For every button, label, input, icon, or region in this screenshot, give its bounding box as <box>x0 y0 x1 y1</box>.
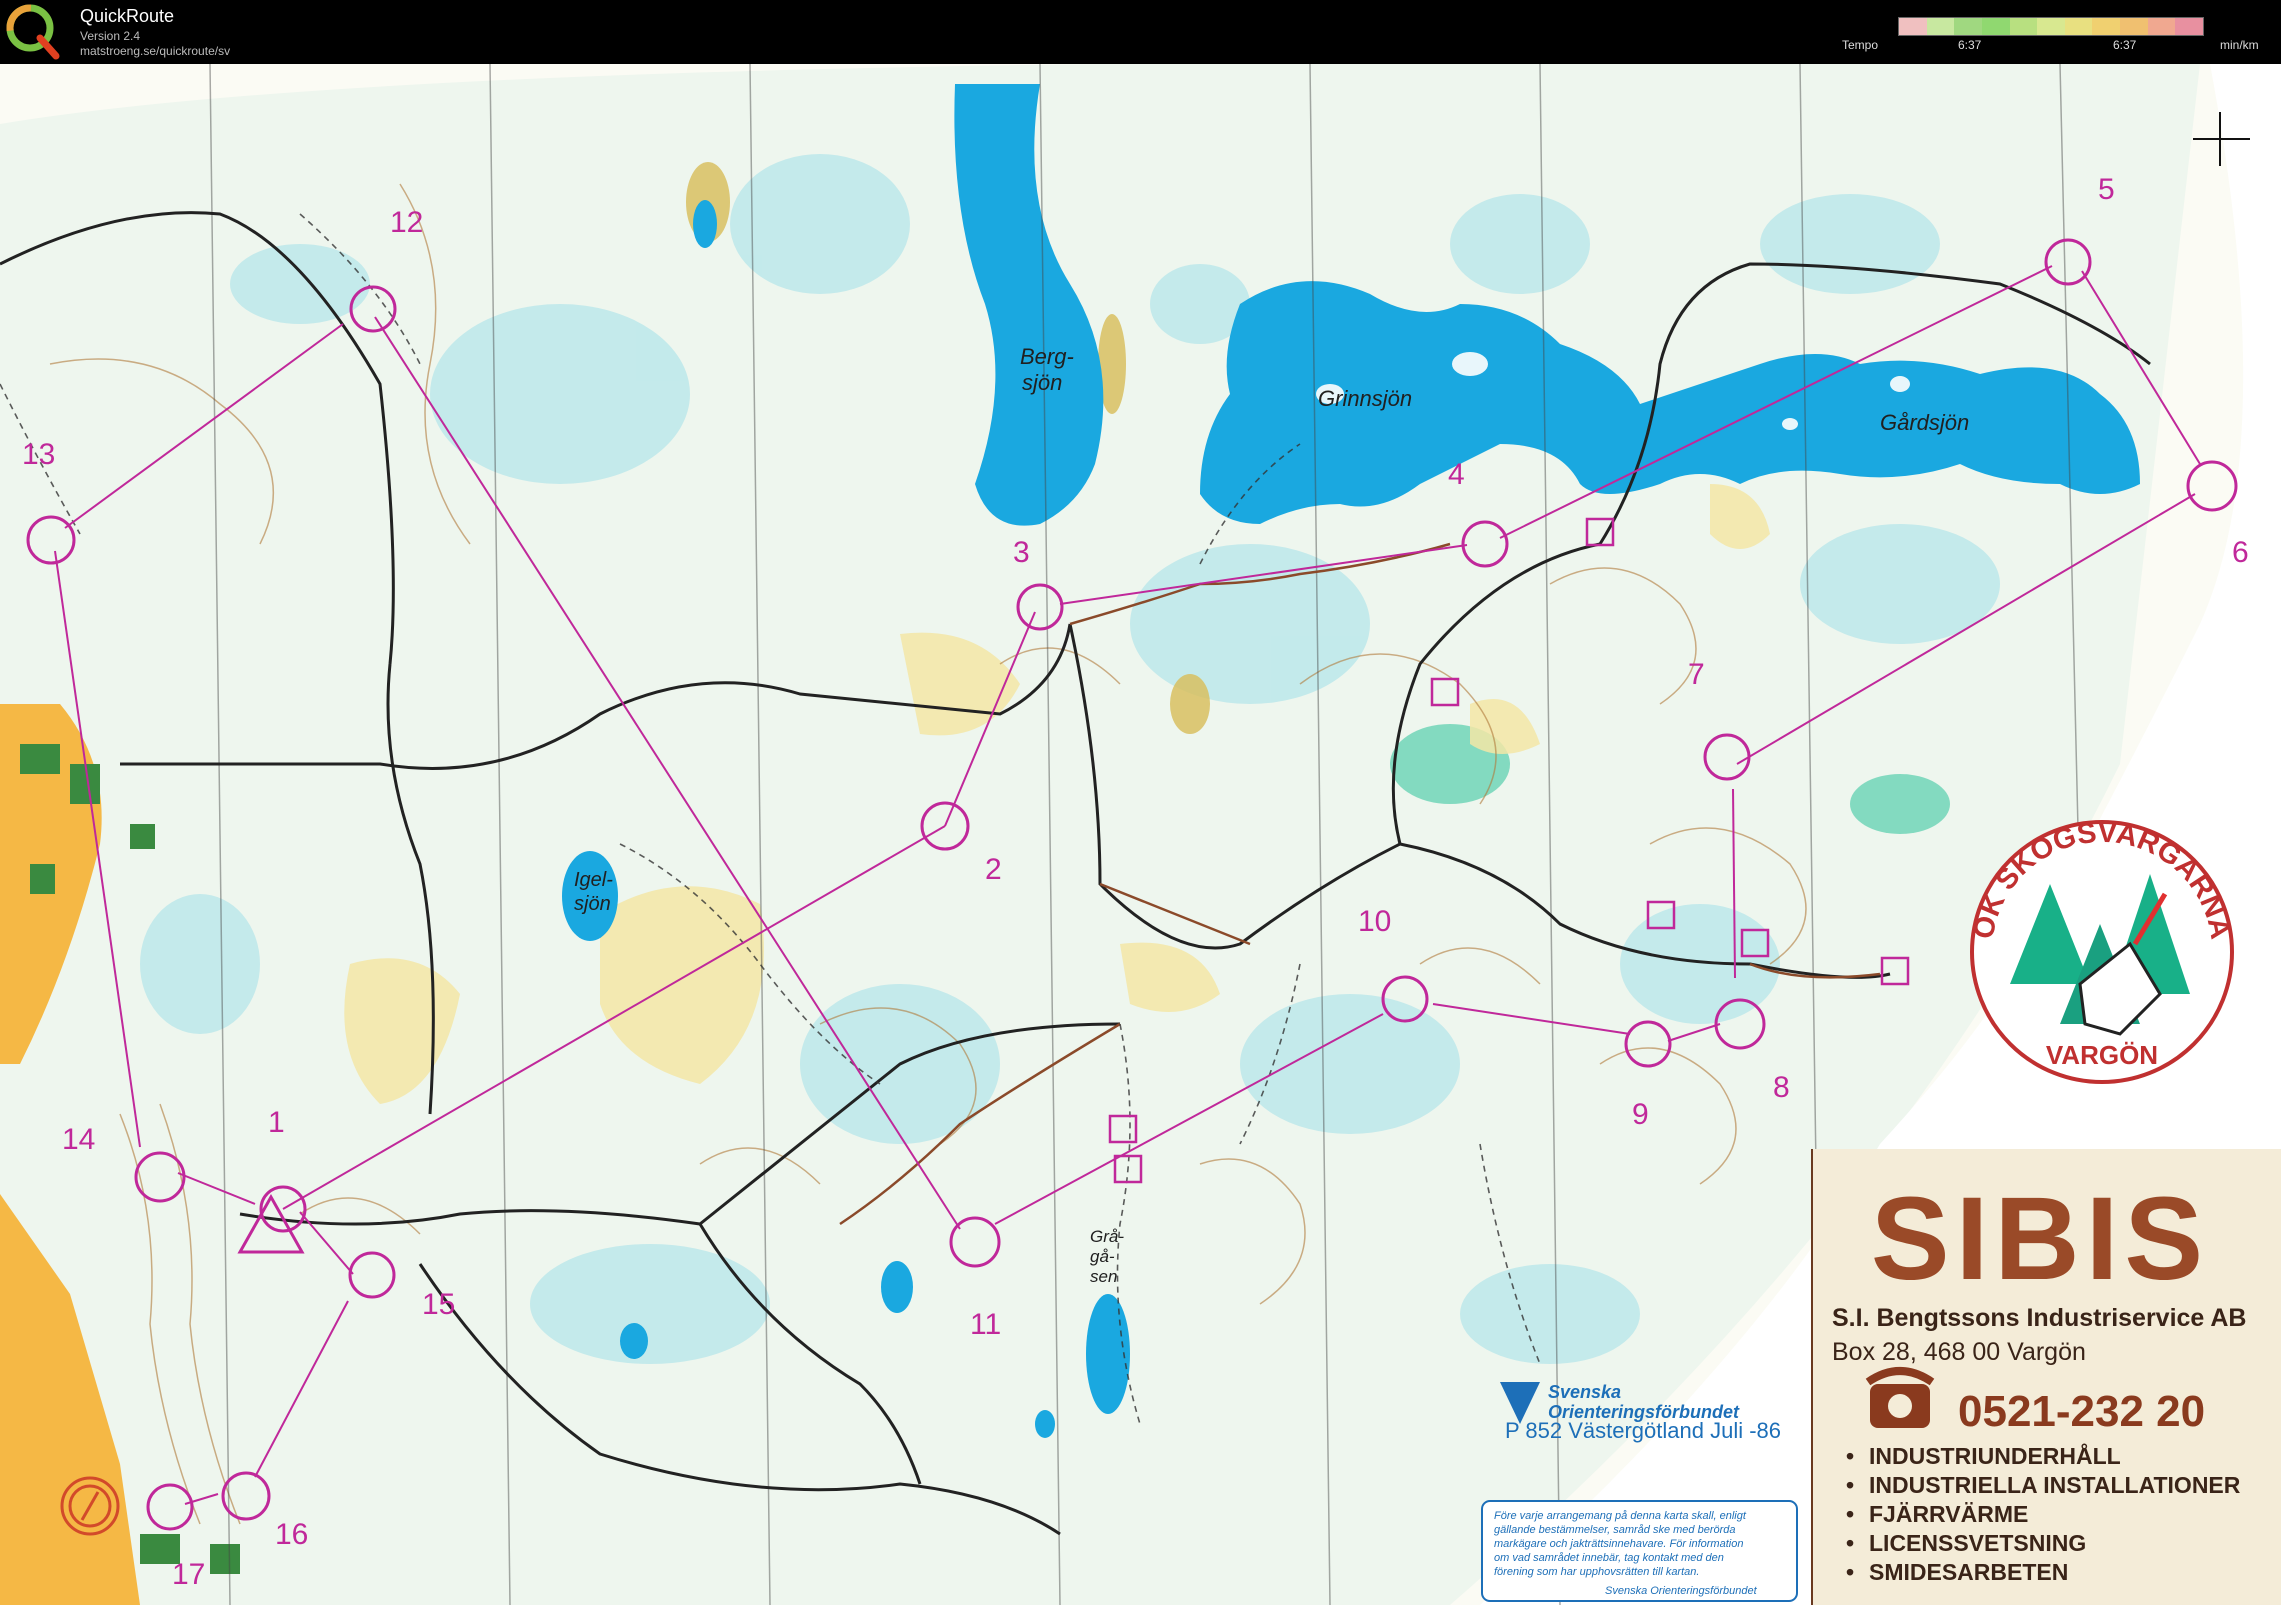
tempo-segment <box>2092 18 2121 35</box>
notice-line-2: gällande bestämmelser, samråd ske med be… <box>1494 1524 1736 1536</box>
sponsor-company: S.I. Bengtssons Industriservice AB <box>1832 1304 2246 1332</box>
control-number-6: 6 <box>2232 536 2249 569</box>
map-canvas[interactable]: 1 2 3 4 5 6 7 8 9 10 11 12 13 14 15 16 1… <box>0 64 2281 1605</box>
control-number-13: 13 <box>22 438 55 471</box>
notice-signature: Svenska Orienteringsförbundet <box>1605 1585 1758 1597</box>
control-number-5: 5 <box>2098 173 2115 206</box>
label-gragasen-2: gå- <box>1090 1247 1115 1266</box>
notice-line-1: Före varje arrangemang på denna karta sk… <box>1494 1510 1747 1522</box>
tempo-segment <box>2009 18 2038 35</box>
sponsor-service-2-label: INDUSTRIELLA INSTALLATIONER <box>1869 1472 2241 1498</box>
label-gragasen-1: Grå- <box>1090 1227 1124 1246</box>
notice-line-4: om vad samrådet innebär, tag kontakt med… <box>1494 1552 1724 1564</box>
control-number-4: 4 <box>1448 458 1465 491</box>
notice-line-3: markägare och jakträttsinnehavare. För i… <box>1494 1538 1743 1550</box>
label-grinnsjon: Grinnsjön <box>1318 386 1412 411</box>
label-bergsjon-1: Berg- <box>1020 344 1074 369</box>
sponsor-address: Box 28, 468 00 Vargön <box>1832 1338 2086 1366</box>
control-number-1: 1 <box>268 1106 285 1139</box>
tempo-segment <box>2037 18 2066 35</box>
notice-box: Före varje arrangemang på denna karta sk… <box>1481 1500 1798 1602</box>
club-name-bottom: VARGÖN <box>2046 1040 2158 1070</box>
tempo-tick-left: 6:37 <box>1958 38 1982 52</box>
control-number-15: 15 <box>422 1288 455 1321</box>
tempo-tick-right: 6:37 <box>2113 38 2137 52</box>
tempo-segment <box>2120 18 2149 35</box>
app-title: QuickRoute <box>80 6 175 26</box>
control-number-2: 2 <box>985 853 1002 886</box>
app-header: QuickRoute Version 2.4 matstroeng.se/qui… <box>0 0 2281 64</box>
map-info: P 852 Västergötland Juli -86 <box>1505 1418 1781 1443</box>
label-igelsjon-1: Igel- <box>574 869 613 891</box>
sponsor-service-1-label: INDUSTRIUNDERHÅLL <box>1869 1442 2121 1469</box>
control-number-11: 11 <box>970 1308 1001 1341</box>
control-number-17: 17 <box>172 1558 205 1591</box>
sponsor-service-2: • <box>1846 1472 1854 1498</box>
notice-line-5: förening som har upphovsrätten till kart… <box>1494 1566 1699 1578</box>
tempo-unit: min/km <box>2220 38 2259 52</box>
tempo-segment <box>1899 18 1928 35</box>
sponsor-phone: 0521-232 20 <box>1958 1387 2205 1436</box>
control-number-9: 9 <box>1632 1098 1649 1131</box>
club-logo: OK SKOGSVARGARNA VARGÖN <box>1968 817 2236 1084</box>
sponsor-service-4-label: LICENSSVETSNING <box>1869 1530 2086 1556</box>
tempo-segment <box>2175 18 2204 35</box>
control-number-14: 14 <box>62 1123 95 1156</box>
quickroute-logo-icon <box>6 4 60 60</box>
sponsor-name: SIBIS <box>1871 1173 2209 1305</box>
control-number-8: 8 <box>1773 1071 1790 1104</box>
tempo-segment <box>1926 18 1955 35</box>
tempo-segment <box>1981 18 2011 35</box>
finish-circle-icon[interactable] <box>60 1476 120 1536</box>
control-number-12: 12 <box>390 206 423 239</box>
label-gardsjon: Gårdsjön <box>1880 410 1969 435</box>
control-number-7: 7 <box>1688 658 1705 691</box>
tempo-color-scale <box>1898 17 2204 36</box>
tempo-label: Tempo <box>1842 38 1879 52</box>
tempo-segment <box>2147 18 2176 35</box>
sponsor-service-5: • <box>1846 1559 1854 1585</box>
label-gragasen-3: sen <box>1090 1267 1117 1286</box>
sponsor-service-5-label: SMIDESARBETEN <box>1869 1559 2068 1585</box>
federation-line1: Svenska <box>1548 1382 1621 1402</box>
tempo-segment <box>2064 18 2093 35</box>
app-version: Version 2.4 <box>80 29 141 43</box>
label-igelsjon-2: sjön <box>574 893 611 915</box>
sponsor-service-1: • <box>1846 1443 1854 1469</box>
orienteering-map[interactable]: 1 2 3 4 5 6 7 8 9 10 11 12 13 14 15 16 1… <box>0 64 2281 1605</box>
sponsor-ad: SIBIS S.I. Bengtssons Industriservice AB… <box>1811 1149 2281 1605</box>
sponsor-service-3-label: FJÄRRVÄRME <box>1869 1501 2028 1527</box>
tempo-segment <box>1954 18 1983 35</box>
label-bergsjon-2: sjön <box>1022 370 1062 395</box>
sponsor-service-4: • <box>1846 1530 1854 1556</box>
control-number-16: 16 <box>275 1518 308 1551</box>
app-url[interactable]: matstroeng.se/quickroute/sv <box>80 44 230 58</box>
sponsor-service-3: • <box>1846 1501 1854 1527</box>
control-number-3: 3 <box>1013 536 1030 569</box>
control-number-10: 10 <box>1358 905 1391 938</box>
